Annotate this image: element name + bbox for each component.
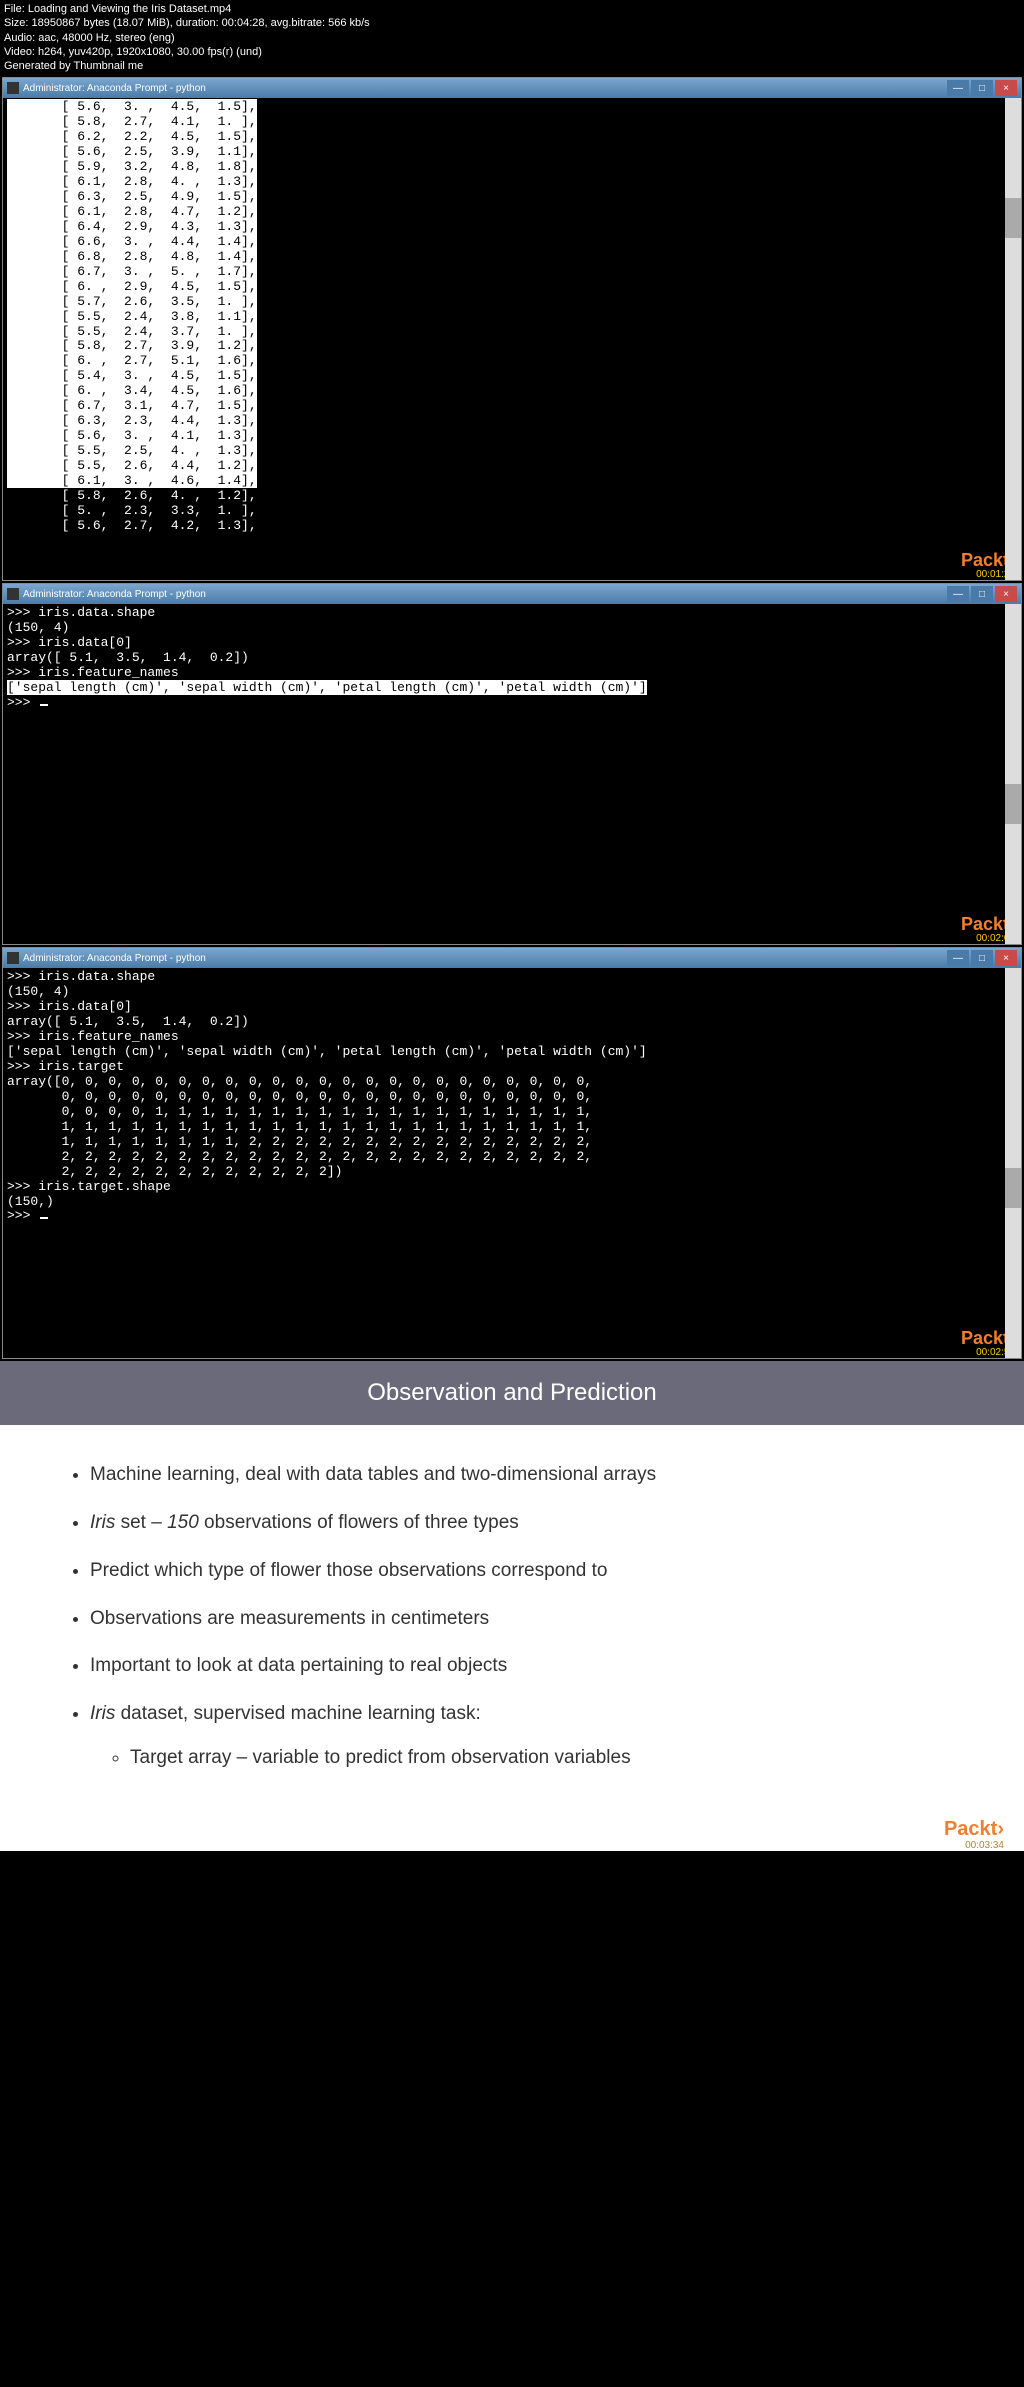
out-data0: array([ 5.1, 3.5, 1.4, 0.2]) (7, 650, 249, 665)
scroll-thumb[interactable] (1005, 1168, 1021, 1208)
terminal-output[interactable]: >>> iris.data.shape (150, 4) >>> iris.da… (3, 604, 1021, 944)
bullet-2: Iris set – 150 observations of flowers o… (90, 1501, 964, 1545)
cmd-shape: >>> iris.data.shape (7, 969, 155, 984)
close-button[interactable]: × (995, 80, 1017, 96)
minimize-button[interactable]: — (947, 586, 969, 602)
iris-data-array: [ 5.6, 3. , 4.5, 1.5], [ 5.8, 2.7, 4.1, … (7, 99, 257, 487)
slide-body: Machine learning, deal with data tables … (0, 1425, 1024, 1811)
bullet-3: Predict which type of flower those obser… (90, 1549, 964, 1593)
titlebar[interactable]: Administrator: Anaconda Prompt - python … (3, 948, 1021, 968)
maximize-button[interactable]: □ (971, 586, 993, 602)
slide-footer: Packt› 00:03:34 (0, 1811, 1024, 1851)
out-shape: (150, 4) (7, 620, 69, 635)
app-icon (7, 82, 19, 94)
app-icon (7, 588, 19, 600)
titlebar[interactable]: Administrator: Anaconda Prompt - python … (3, 584, 1021, 604)
minimize-button[interactable]: — (947, 950, 969, 966)
prompt: >>> (7, 1208, 38, 1223)
terminal-window-2: Administrator: Anaconda Prompt - python … (2, 583, 1022, 945)
scrollbar[interactable] (1005, 968, 1021, 1358)
scrollbar[interactable] (1005, 98, 1021, 580)
bullet-6: Iris dataset, supervised machine learnin… (90, 1692, 964, 1779)
terminal-output[interactable]: [ 5.6, 3. , 4.5, 1.5], [ 5.8, 2.7, 4.1, … (3, 98, 1021, 580)
presentation-slide: Observation and Prediction Machine learn… (0, 1361, 1024, 1851)
scroll-thumb[interactable] (1005, 198, 1021, 238)
slide-title: Observation and Prediction (0, 1361, 1024, 1425)
out-features: ['sepal length (cm)', 'sepal width (cm)'… (7, 680, 647, 695)
bullet-5: Important to look at data pertaining to … (90, 1644, 964, 1688)
terminal-output[interactable]: >>> iris.data.shape (150, 4) >>> iris.da… (3, 968, 1021, 1358)
terminal-window-1: Administrator: Anaconda Prompt - python … (2, 77, 1022, 581)
scroll-thumb[interactable] (1005, 784, 1021, 824)
file-size: Size: 18950867 bytes (18.07 MiB), durati… (4, 16, 1020, 30)
close-button[interactable]: × (995, 950, 1017, 966)
video-info: Video: h264, yuv420p, 1920x1080, 30.00 f… (4, 45, 1020, 59)
maximize-button[interactable]: □ (971, 80, 993, 96)
bullet-4: Observations are measurements in centime… (90, 1597, 964, 1641)
file-name: File: Loading and Viewing the Iris Datas… (4, 2, 1020, 16)
cursor-icon (40, 1217, 48, 1219)
audio-info: Audio: aac, 48000 Hz, stereo (eng) (4, 31, 1020, 45)
cmd-data0: >>> iris.data[0] (7, 635, 132, 650)
titlebar-text: Administrator: Anaconda Prompt - python (23, 83, 947, 94)
cmd-shape: >>> iris.data.shape (7, 605, 155, 620)
cmd-target-shape: >>> iris.target.shape (7, 1179, 171, 1194)
titlebar-text: Administrator: Anaconda Prompt - python (23, 589, 947, 600)
maximize-button[interactable]: □ (971, 950, 993, 966)
out-data0: array([ 5.1, 3.5, 1.4, 0.2]) (7, 1014, 249, 1029)
out-features: ['sepal length (cm)', 'sepal width (cm)'… (7, 1044, 647, 1059)
cmd-data0: >>> iris.data[0] (7, 999, 132, 1014)
file-metadata: File: Loading and Viewing the Iris Datas… (0, 0, 1024, 75)
window-controls: — □ × (947, 950, 1017, 966)
close-button[interactable]: × (995, 586, 1017, 602)
window-controls: — □ × (947, 80, 1017, 96)
bullet-1: Machine learning, deal with data tables … (90, 1453, 964, 1497)
titlebar-text: Administrator: Anaconda Prompt - python (23, 953, 947, 964)
scrollbar[interactable] (1005, 604, 1021, 944)
out-shape: (150, 4) (7, 984, 69, 999)
cmd-features: >>> iris.feature_names (7, 1029, 179, 1044)
cmd-target: >>> iris.target (7, 1059, 124, 1074)
sub-bullet-1: Target array – variable to predict from … (130, 1736, 964, 1780)
out-target: array([0, 0, 0, 0, 0, 0, 0, 0, 0, 0, 0, … (7, 1074, 592, 1179)
minimize-button[interactable]: — (947, 80, 969, 96)
cursor-icon (40, 704, 48, 706)
titlebar[interactable]: Administrator: Anaconda Prompt - python … (3, 78, 1021, 98)
app-icon (7, 952, 19, 964)
packt-logo: Packt› (944, 1818, 1004, 1841)
generator: Generated by Thumbnail me (4, 59, 1020, 73)
iris-data-array-tail: [ 5.8, 2.6, 4. , 1.2], [ 5. , 2.3, 3.3, … (7, 488, 257, 533)
out-target-shape: (150,) (7, 1194, 54, 1209)
cmd-features: >>> iris.feature_names (7, 665, 179, 680)
window-controls: — □ × (947, 586, 1017, 602)
timestamp: 00:03:34 (965, 1840, 1004, 1851)
terminal-window-3: Administrator: Anaconda Prompt - python … (2, 947, 1022, 1359)
prompt: >>> (7, 695, 38, 710)
